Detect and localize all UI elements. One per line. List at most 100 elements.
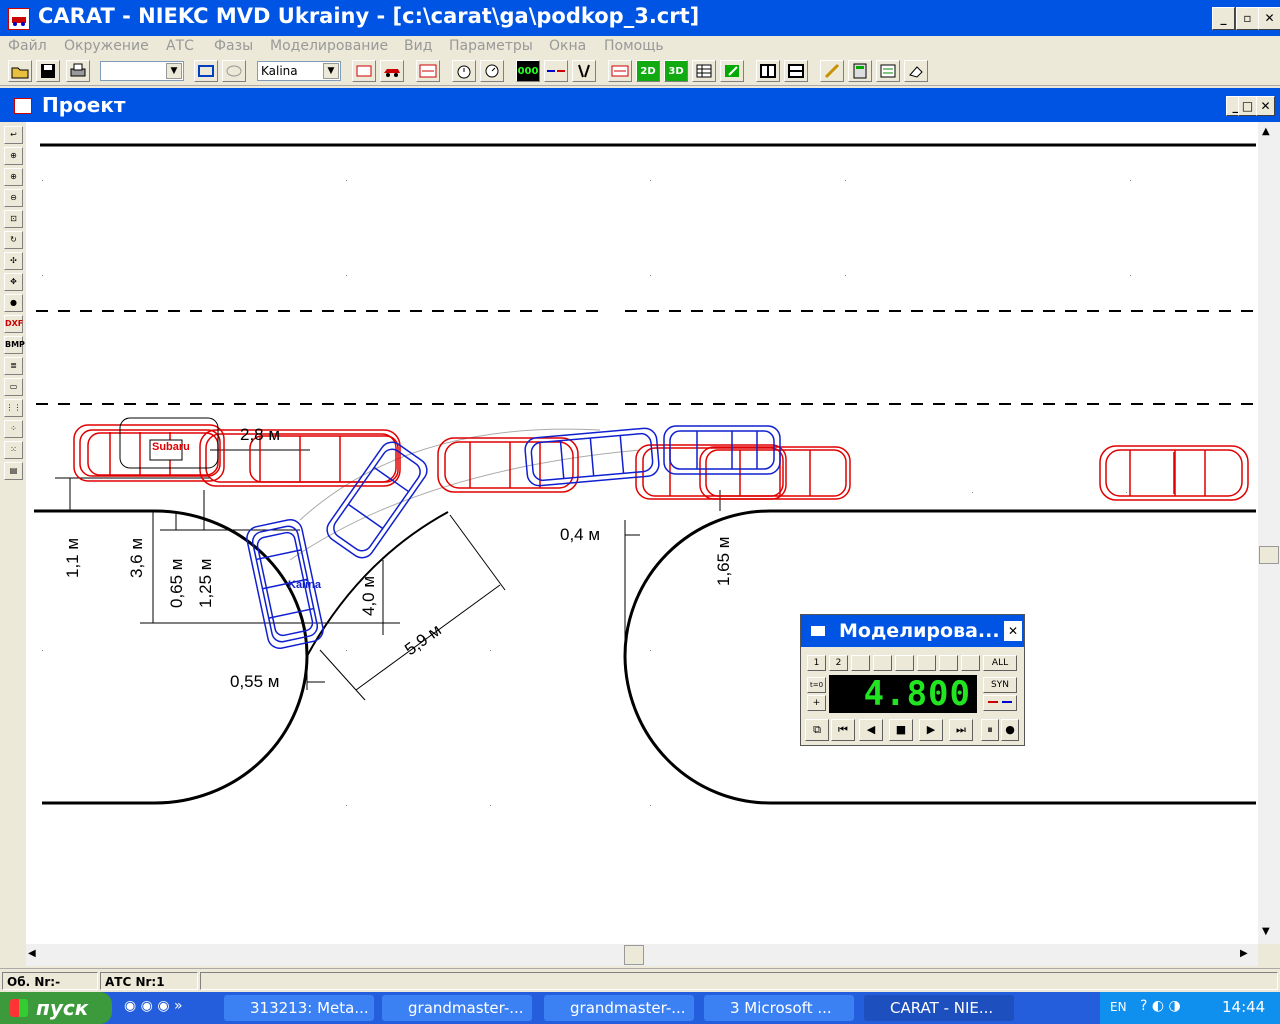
view-3d-button[interactable]: 3D	[664, 60, 688, 82]
stop-icon[interactable]: ■	[889, 719, 913, 741]
measure-icon[interactable]	[608, 60, 632, 82]
tools-icon[interactable]	[572, 60, 596, 82]
phase-button-7[interactable]	[939, 655, 958, 671]
phase-button-5[interactable]	[895, 655, 914, 671]
object-combo[interactable]: ▼	[100, 61, 184, 81]
collision-icon[interactable]	[544, 60, 568, 82]
language-indicator[interactable]: EN	[1110, 1000, 1127, 1014]
menu-vehicles[interactable]: АТС	[166, 38, 194, 54]
phase-button-1[interactable]: 1	[807, 655, 826, 671]
rotate-icon[interactable]: ↻	[4, 231, 23, 249]
crosshair-button[interactable]: +	[807, 695, 826, 711]
edit-icon[interactable]	[720, 60, 744, 82]
snap-icon[interactable]: ⁘	[4, 420, 23, 438]
restore-button[interactable]: ▫	[1236, 7, 1259, 30]
play-icon[interactable]: ▶	[919, 719, 943, 741]
copy-icon[interactable]: ⧉	[805, 719, 829, 741]
horizontal-scrollbar[interactable]: ◀ ▶	[26, 944, 1258, 966]
dots-grid-icon[interactable]: ⋮⋮	[4, 399, 23, 417]
table-icon[interactable]	[692, 60, 716, 82]
sync-button[interactable]: SYN	[983, 677, 1017, 693]
vertical-scroll-thumb[interactable]	[1259, 546, 1279, 564]
film-icon[interactable]: ▭	[4, 378, 23, 396]
close-button[interactable]: ✕	[1258, 7, 1280, 30]
car-icon[interactable]	[380, 60, 404, 82]
grid-icon[interactable]: ✣	[4, 252, 23, 270]
menu-simulation[interactable]: Моделирование	[270, 38, 388, 54]
eraser-icon[interactable]	[904, 60, 928, 82]
task-button-grandmaster-1[interactable]: grandmaster-...	[382, 995, 532, 1021]
split-vertical-icon[interactable]	[756, 60, 780, 82]
child-close-button[interactable]: ✕	[1256, 96, 1275, 116]
chevron-down-icon[interactable]: ▼	[166, 63, 182, 79]
pencil-icon[interactable]	[820, 60, 844, 82]
document-icon[interactable]	[14, 98, 32, 114]
scroll-down-arrow[interactable]: ▼	[1262, 926, 1270, 937]
scene-canvas[interactable]: Subaru Kalina 2,8 м 1,1 м 3,6 м 0,65 м 1…	[26, 122, 1258, 944]
menu-view[interactable]: Вид	[404, 38, 432, 54]
stopwatch-icon[interactable]	[452, 60, 476, 82]
simulation-panel-close-button[interactable]: ✕	[1004, 621, 1022, 641]
open-icon[interactable]	[8, 60, 32, 82]
menu-file[interactable]: Файл	[8, 38, 47, 54]
move-icon[interactable]: ✥	[4, 273, 23, 291]
zoom-fit-icon[interactable]: ⊡	[4, 210, 23, 228]
undo-icon[interactable]: ↩	[4, 126, 23, 144]
tray-icons[interactable]: ? ◐ ◑	[1140, 998, 1181, 1014]
object-rect-icon[interactable]	[194, 60, 218, 82]
simulation-panel[interactable]: Моделирова... ✕ 1 2 ALL t=0 + 4.800 SYN …	[800, 614, 1025, 746]
menu-help[interactable]: Помощь	[604, 38, 664, 54]
phase-button-8[interactable]	[961, 655, 980, 671]
simulation-panel-title-bar[interactable]: Моделирова... ✕	[801, 615, 1024, 647]
phase-button-3[interactable]	[851, 655, 870, 671]
quicklaunch-icons[interactable]: ◉ ◉ ◉ »	[124, 998, 214, 1018]
vertical-scrollbar[interactable]: ▲ ▼	[1258, 122, 1280, 944]
start-button[interactable]: пуск	[0, 992, 112, 1024]
pause-icon[interactable]: ⏸	[981, 719, 999, 741]
menu-phases[interactable]: Фазы	[214, 38, 253, 54]
object-oval-icon[interactable]	[222, 60, 246, 82]
bmp-import-button[interactable]: BMP	[4, 336, 25, 354]
task-button-meta[interactable]: 313213: Meta...	[224, 995, 374, 1021]
view-2d-button[interactable]: 2D	[636, 60, 660, 82]
phase-button-6[interactable]	[917, 655, 936, 671]
menu-parameters[interactable]: Параметры	[449, 38, 533, 54]
scroll-left-arrow[interactable]: ◀	[28, 948, 36, 959]
chevron-down-icon[interactable]: ▼	[323, 63, 339, 79]
phase-button-2[interactable]: 2	[829, 655, 848, 671]
step-back-icon[interactable]: ◀	[859, 719, 883, 741]
app-icon[interactable]	[8, 8, 30, 30]
print-preview-icon[interactable]: ▤	[4, 462, 23, 480]
skip-back-icon[interactable]: ⏮	[831, 719, 855, 741]
task-button-microsoft[interactable]: 3 Microsoft ...	[704, 995, 854, 1021]
layers-icon[interactable]: ≣	[4, 357, 23, 375]
points-icon[interactable]: ⁙	[4, 441, 23, 459]
distance-icon[interactable]	[416, 60, 440, 82]
record-icon[interactable]: ●	[1001, 719, 1019, 741]
minimize-button[interactable]: _	[1212, 7, 1235, 30]
zoom-in-icon[interactable]: ⊕	[4, 147, 23, 165]
vehicle-combo[interactable]: Kalina ▼	[257, 61, 341, 81]
counter-icon[interactable]: 000	[516, 60, 540, 82]
zoom-region-icon[interactable]: ⊕	[4, 168, 23, 186]
save-icon[interactable]	[36, 60, 60, 82]
phase-button-4[interactable]	[873, 655, 892, 671]
calculator-icon[interactable]	[848, 60, 872, 82]
child-restore-button[interactable]: □	[1238, 96, 1257, 116]
split-horizontal-icon[interactable]	[784, 60, 808, 82]
task-button-carat[interactable]: CARAT - NIE...	[864, 995, 1014, 1021]
scroll-right-arrow[interactable]: ▶	[1240, 948, 1248, 959]
point-icon[interactable]: ●	[4, 294, 23, 312]
task-button-grandmaster-2[interactable]: grandmaster-...	[544, 995, 694, 1021]
menu-windows[interactable]: Окна	[549, 38, 586, 54]
menu-environment[interactable]: Окружение	[64, 38, 149, 54]
horizontal-scroll-thumb[interactable]	[624, 945, 644, 965]
scroll-up-arrow[interactable]: ▲	[1262, 126, 1270, 137]
phase-all-button[interactable]: ALL	[983, 655, 1017, 671]
zoom-out-icon[interactable]: ⊖	[4, 189, 23, 207]
project-window-title-bar[interactable]: Проект _ □ ✕	[0, 88, 1280, 122]
skip-forward-icon[interactable]: ⏭	[949, 719, 973, 741]
clock-icon[interactable]	[480, 60, 504, 82]
print-icon[interactable]	[66, 60, 90, 82]
collision-arrows-icon[interactable]	[983, 695, 1017, 711]
